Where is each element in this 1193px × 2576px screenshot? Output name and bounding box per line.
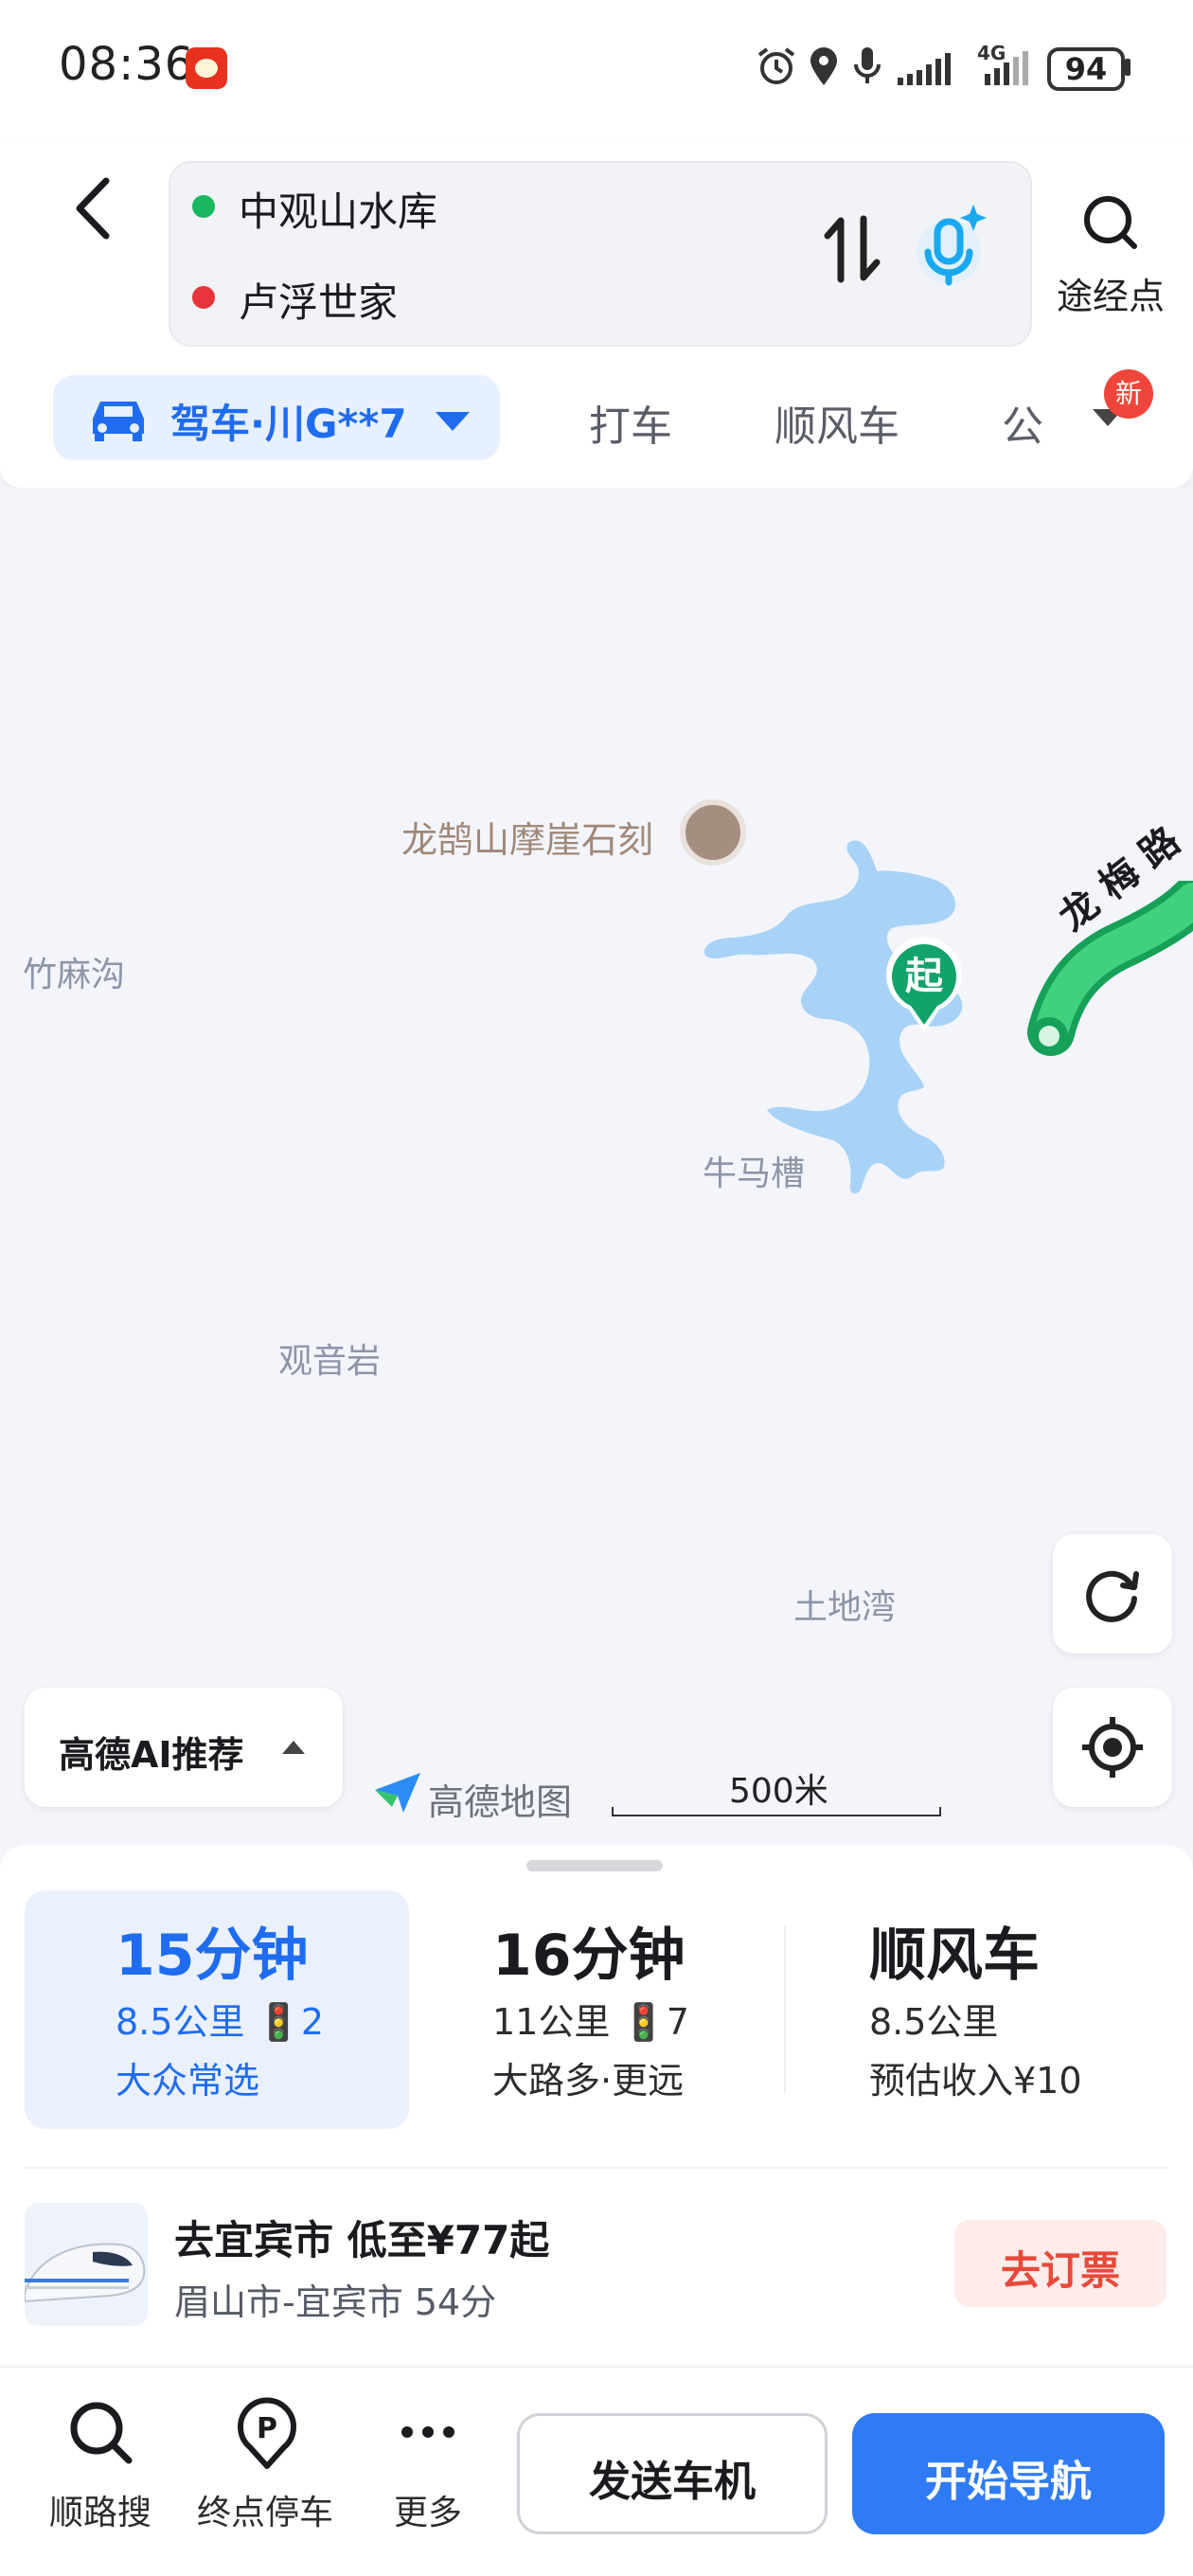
train-icon — [25, 2243, 146, 2303]
parking-icon[interactable]: P — [229, 2394, 305, 2470]
chevron-down-icon[interactable] — [436, 412, 470, 431]
sheet-drag-handle[interactable] — [526, 1860, 663, 1871]
destination-dot-icon — [192, 286, 215, 309]
divider — [784, 1926, 786, 2093]
amap-brand-text: 高德地图 — [428, 1781, 573, 1823]
route-distance: 11公里 🚦7 — [492, 2001, 689, 2043]
status-time: 08:36 — [59, 38, 195, 91]
route-distance: 8.5公里 🚦2 — [116, 2001, 325, 2043]
locate-me-button[interactable] — [1053, 1688, 1172, 1807]
battery-icon: 94 — [1047, 47, 1125, 91]
refresh-button[interactable] — [1053, 1534, 1172, 1654]
tab-drive-label: 驾车·川G**7 — [170, 401, 407, 447]
route-distance: 8.5公里 — [869, 2001, 999, 2043]
origin-dot-icon — [192, 195, 215, 218]
send-to-car-label: 发送车机 — [589, 2458, 756, 2506]
along-route-search-label[interactable]: 顺路搜 — [25, 2485, 176, 2534]
swap-route-button[interactable] — [822, 213, 882, 285]
map-scale-label: 500米 — [729, 1772, 828, 1811]
ai-recommend-label: 高德AI推荐 — [59, 1734, 244, 1776]
voice-input-button[interactable] — [915, 199, 990, 294]
waypoint-label: 途经点 — [1056, 276, 1165, 317]
origin-input[interactable]: 中观山水库 — [239, 180, 437, 238]
route-tag: 预估收入¥10 — [869, 2060, 1082, 2102]
tab-bus[interactable]: 公 — [1002, 392, 1045, 453]
alarm-icon — [757, 47, 795, 84]
more-icon[interactable] — [390, 2394, 466, 2470]
amap-logo-icon — [375, 1773, 420, 1813]
poi-label[interactable]: 龙鹄山摩崖石刻 — [401, 811, 653, 863]
destination-parking-label[interactable]: 终点停车 — [189, 2485, 341, 2534]
tab-taxi[interactable]: 打车 — [589, 392, 672, 453]
signal-icon — [898, 53, 951, 85]
signal-4g-icon — [985, 51, 1028, 85]
train-image — [25, 2203, 148, 2326]
tab-carpool[interactable]: 顺风车 — [775, 392, 899, 453]
place-label: 土地湾 — [793, 1588, 897, 1627]
svg-text:P: P — [257, 2412, 277, 2445]
route-tag: 大路多·更远 — [492, 2060, 685, 2102]
mic-icon — [854, 47, 881, 83]
more-label[interactable]: 更多 — [352, 2485, 504, 2534]
route-tag: 大众常选 — [116, 2060, 260, 2102]
start-navigation-label: 开始导航 — [925, 2458, 1092, 2506]
back-button[interactable] — [66, 175, 123, 242]
route-duration: 顺风车 — [869, 1923, 1040, 1989]
route-duration: 15分钟 — [116, 1923, 309, 1989]
app-badge-icon — [186, 47, 227, 89]
car-icon — [93, 402, 144, 441]
refresh-icon — [1086, 1570, 1139, 1622]
location-icon — [810, 47, 837, 85]
new-badge: 新 — [1104, 369, 1153, 419]
scenic-spot-icon[interactable] — [680, 799, 746, 866]
ticket-promo-title[interactable]: 去宜宾市 低至¥77起 — [174, 2209, 549, 2266]
battery-tip — [1125, 59, 1131, 76]
divider — [0, 2366, 1193, 2368]
along-route-search-icon[interactable] — [62, 2394, 138, 2470]
divider — [25, 2167, 1168, 2169]
locate-icon — [1082, 1717, 1143, 1778]
book-ticket-label: 去订票 — [1000, 2247, 1120, 2294]
place-label: 观音岩 — [278, 1342, 382, 1381]
ticket-promo-subtitle: 眉山市-宜宾市 54分 — [174, 2281, 497, 2323]
start-marker-label: 起 — [905, 955, 943, 998]
chevron-up-icon — [282, 1741, 305, 1754]
route-duration: 16分钟 — [492, 1923, 686, 1989]
place-label: 牛马槽 — [703, 1154, 806, 1193]
destination-input[interactable]: 卢浮世家 — [239, 271, 398, 329]
place-label: 竹麻沟 — [23, 956, 126, 994]
map-scale-bar — [612, 1807, 941, 1816]
